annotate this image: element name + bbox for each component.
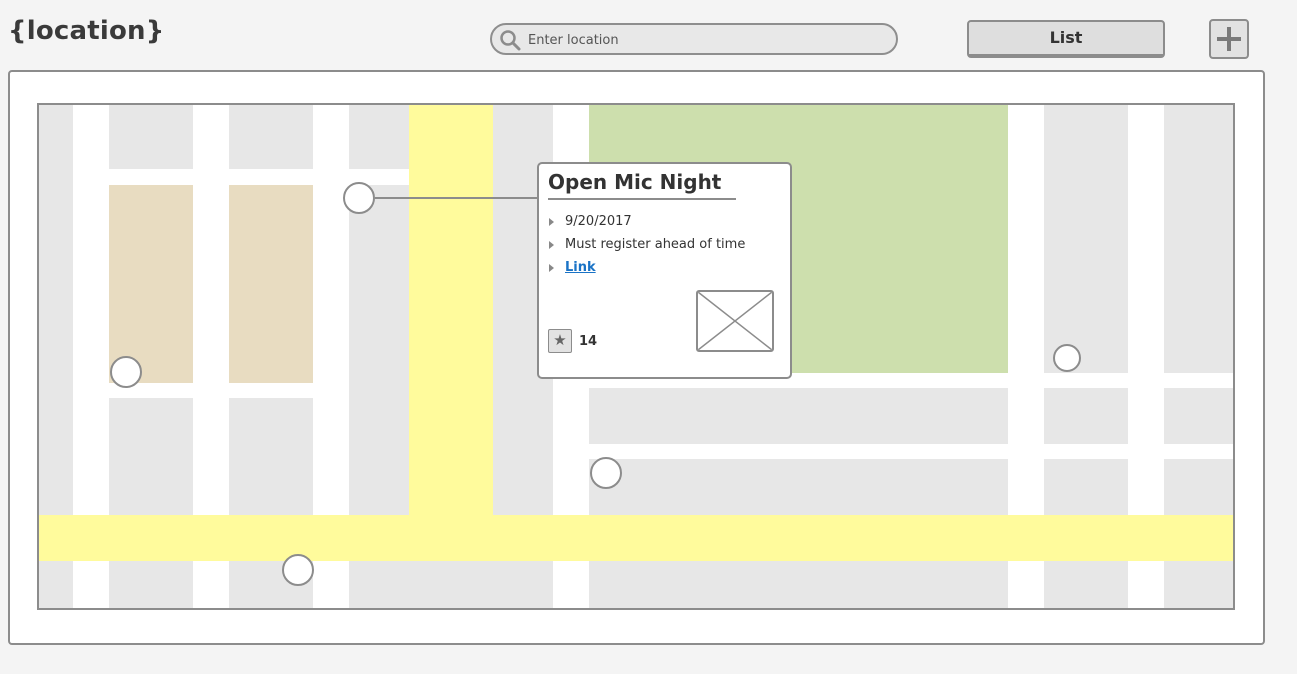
map-marker[interactable] xyxy=(590,457,622,489)
page-title: {location} xyxy=(8,16,165,46)
title-divider xyxy=(548,198,736,200)
building-block xyxy=(229,185,313,383)
event-date: 9/20/2017 xyxy=(565,214,632,229)
bullet-triangle-icon xyxy=(549,241,554,249)
search-bar[interactable] xyxy=(490,23,898,55)
add-button[interactable] xyxy=(1209,19,1249,59)
detail-item: Must register ahead of time xyxy=(548,237,745,260)
star-count: 14 xyxy=(579,334,598,349)
bullet-triangle-icon xyxy=(549,264,554,272)
major-road-vertical xyxy=(409,105,493,515)
map-marker[interactable] xyxy=(343,182,375,214)
event-title: Open Mic Night xyxy=(548,170,722,194)
detail-item: Link xyxy=(548,260,745,283)
map-marker[interactable] xyxy=(1053,344,1081,372)
search-icon xyxy=(498,28,522,52)
app-screen: {location} List xyxy=(0,0,1297,674)
list-button[interactable]: List xyxy=(967,20,1165,58)
image-placeholder-icon xyxy=(696,290,774,352)
map-marker[interactable] xyxy=(110,356,142,388)
event-popup: Open Mic Night 9/20/2017 Must register a… xyxy=(537,162,792,379)
event-note: Must register ahead of time xyxy=(565,237,746,252)
event-link[interactable]: Link xyxy=(565,260,596,275)
detail-item: 9/20/2017 xyxy=(548,214,745,237)
star-icon[interactable]: ★ xyxy=(548,329,572,353)
map-marker[interactable] xyxy=(282,554,314,586)
building-block xyxy=(109,185,193,383)
bullet-triangle-icon xyxy=(549,218,554,226)
event-details: 9/20/2017 Must register ahead of time Li… xyxy=(548,214,745,283)
search-input[interactable] xyxy=(528,29,888,51)
major-road-horizontal xyxy=(39,515,1233,561)
